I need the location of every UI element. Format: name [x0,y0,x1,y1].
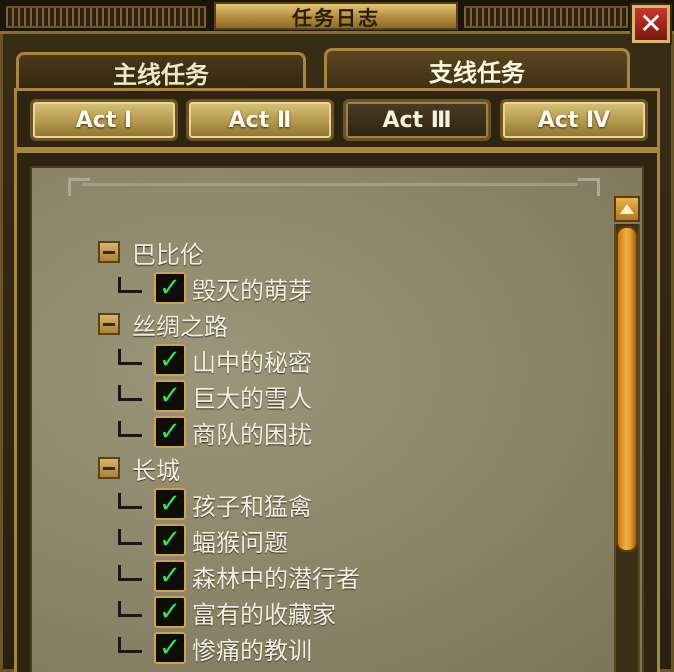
checkbox-checked[interactable]: ✓ [154,524,186,556]
checkbox-checked[interactable]: ✓ [154,416,186,448]
quest-group-babylon[interactable]: 巴比伦 [98,237,204,269]
quest-name: 巨大的雪人 [192,384,312,413]
tree-branch-line [118,349,142,365]
title-ornament-right [464,6,628,28]
tree-branch-line [118,529,142,545]
checkbox-checked[interactable]: ✓ [154,632,186,664]
quest-name: 森林中的潜行者 [192,564,360,593]
checkbox-checked[interactable]: ✓ [154,488,186,520]
tree-branch-line [118,277,142,293]
window-title: 任务日志 [292,5,380,30]
checkbox-checked[interactable]: ✓ [154,272,186,304]
act-1-button[interactable]: Act Ⅰ [30,99,178,141]
tab-side-quests-label: 支线任务 [429,59,525,87]
tree-branch-line [118,637,142,653]
minus-icon[interactable] [98,241,120,263]
quest-name: 孩子和猛禽 [192,492,312,521]
quest-item[interactable]: ✓ 森林中的潜行者 [118,559,360,593]
checkmark-icon: ✓ [159,597,181,627]
quest-name: 毁灭的萌芽 [192,276,312,305]
checkbox-checked[interactable]: ✓ [154,560,186,592]
corner-ornament-right [578,178,600,196]
quest-item[interactable]: ✓ 富有的收藏家 [118,595,336,629]
act-2-button[interactable]: Act Ⅱ [186,99,334,141]
checkmark-icon: ✓ [159,525,181,555]
panel-divider [82,183,578,186]
scrollbar-thumb[interactable] [616,226,638,552]
title-ornament-left [6,6,206,28]
tree-branch-line [118,493,142,509]
close-icon: ✕ [639,7,663,40]
tab-main-quests[interactable]: 主线任务 [16,52,306,90]
act-2-label: Act Ⅱ [228,107,292,133]
quest-item[interactable]: ✓ 商队的困扰 [118,415,312,449]
scroll-up-button[interactable] [614,196,640,222]
group-label: 巴比伦 [132,240,204,269]
quest-name: 惨痛的教训 [192,636,312,665]
checkbox-checked[interactable]: ✓ [154,344,186,376]
quest-item[interactable]: ✓ 巨大的雪人 [118,379,312,413]
quest-item[interactable]: ✓ 蝠猴问题 [118,523,288,557]
quest-name: 蝠猴问题 [192,528,288,557]
quest-item[interactable]: ✓ 毁灭的萌芽 [118,271,312,305]
minus-icon[interactable] [98,457,120,479]
tree-branch-line [118,601,142,617]
quest-name: 商队的困扰 [192,420,312,449]
checkmark-icon: ✓ [159,489,181,519]
title-plate: 任务日志 [214,2,458,30]
act-4-label: Act Ⅳ [537,107,611,133]
tree-branch-line [118,421,142,437]
act-4-button[interactable]: Act Ⅳ [500,99,648,141]
quest-name: 富有的收藏家 [192,600,336,629]
tab-main-quests-label: 主线任务 [113,61,209,89]
checkmark-icon: ✓ [159,273,181,303]
corner-ornament-left [68,178,90,196]
close-button[interactable]: ✕ [630,3,672,45]
quest-item[interactable]: ✓ 山中的秘密 [118,343,312,377]
checkmark-icon: ✓ [159,345,181,375]
tree-branch-line [118,385,142,401]
quest-item[interactable]: ✓ 孩子和猛禽 [118,487,312,521]
act-3-button[interactable]: Act Ⅲ [343,99,491,141]
arrow-up-icon [620,204,634,214]
checkmark-icon: ✓ [159,633,181,663]
checkmark-icon: ✓ [159,417,181,447]
quest-item[interactable]: ✓ 惨痛的教训 [118,631,312,665]
act-1-label: Act Ⅰ [75,107,133,133]
checkmark-icon: ✓ [159,381,181,411]
group-label: 丝绸之路 [132,312,228,341]
act-3-label: Act Ⅲ [382,107,452,133]
tree-branch-line [118,565,142,581]
tab-side-quests[interactable]: 支线任务 [324,48,630,90]
quest-group-great-wall[interactable]: 长城 [98,453,180,485]
minus-icon[interactable] [98,313,120,335]
quest-group-silk-road[interactable]: 丝绸之路 [98,309,228,341]
quest-name: 山中的秘密 [192,348,312,377]
group-label: 长城 [132,456,180,485]
checkbox-checked[interactable]: ✓ [154,596,186,628]
checkbox-checked[interactable]: ✓ [154,380,186,412]
checkmark-icon: ✓ [159,561,181,591]
